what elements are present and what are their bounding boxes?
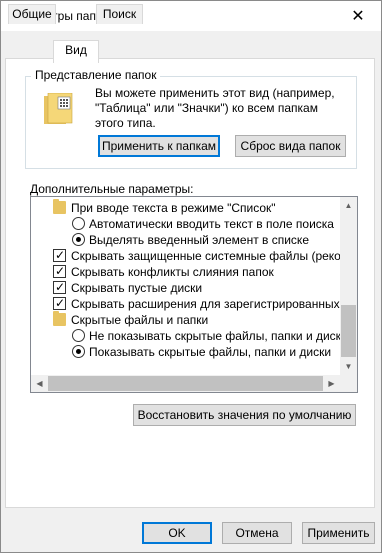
vertical-scrollbar[interactable]: ▲ ▼ [340, 197, 357, 375]
advanced-settings-list[interactable]: При вводе текста в режиме "Список" Автом… [30, 196, 358, 393]
folder-options-window: Параметры папок ✕ Общие Вид Поиск Предст… [0, 0, 382, 553]
list-item-label: Скрытые файлы и папки [71, 313, 209, 327]
checkbox[interactable] [53, 279, 66, 295]
scroll-down-icon[interactable]: ▼ [340, 358, 357, 375]
advanced-settings-items: При вводе текста в режиме "Список" Автом… [31, 197, 340, 375]
horizontal-scroll-thumb[interactable] [48, 376, 323, 391]
scroll-up-icon[interactable]: ▲ [340, 197, 357, 214]
list-item-label: Выделять введенный элемент в списке [89, 233, 309, 247]
radio-button[interactable] [72, 233, 85, 246]
ok-button[interactable]: OK [142, 522, 212, 544]
folder-views-description: Вы можете применить этот вид (например, … [95, 86, 335, 130]
reset-folders-button[interactable]: Сброс вида папок [235, 135, 346, 157]
folder-views-icon [44, 93, 73, 124]
list-item-label: Скрывать расширения для зарегистрированн… [71, 297, 340, 311]
folder-views-title: Представление папок [31, 68, 161, 82]
vertical-scroll-thumb[interactable] [341, 305, 356, 357]
list-item-label: Скрывать конфликты слияния папок [71, 265, 274, 279]
list-item-label: Не показывать скрытые файлы, папки и дис… [89, 329, 340, 343]
scroll-left-icon[interactable]: ◀ [31, 375, 48, 392]
checkbox[interactable] [53, 295, 66, 311]
horizontal-scrollbar[interactable]: ◀ ▶ [31, 375, 340, 392]
restore-defaults-button[interactable]: Восстановить значения по умолчанию [133, 404, 356, 426]
title-bar: Параметры папок ✕ [1, 1, 381, 31]
scroll-right-icon[interactable]: ▶ [323, 375, 340, 392]
radio-button[interactable] [72, 217, 85, 230]
folder-icon [53, 199, 66, 214]
close-icon[interactable]: ✕ [335, 1, 381, 31]
scrollbar-corner [340, 375, 357, 392]
list-item-label: Скрывать пустые диски [71, 281, 203, 295]
tab-view[interactable]: Вид [53, 40, 99, 63]
apply-button[interactable]: Применить [302, 522, 375, 544]
list-item-label: Скрывать защищенные системные файлы (рек… [71, 249, 340, 263]
cancel-button[interactable]: Отмена [222, 522, 292, 544]
tab-general[interactable]: Общие [8, 4, 56, 24]
folder-icon [53, 311, 66, 326]
list-item-label: Показывать скрытые файлы, папки и диски [89, 345, 332, 359]
checkbox[interactable] [53, 263, 66, 279]
checkbox[interactable] [53, 247, 66, 263]
list-item-label: Автоматически вводить текст в поле поиск… [89, 217, 334, 231]
tab-search[interactable]: Поиск [96, 4, 143, 24]
radio-button[interactable] [72, 345, 85, 358]
apply-to-folders-button[interactable]: Применить к папкам [98, 135, 220, 157]
radio-button[interactable] [72, 329, 85, 342]
advanced-settings-label: Дополнительные параметры: [30, 182, 194, 196]
list-item-label: При вводе текста в режиме "Список" [71, 201, 276, 215]
